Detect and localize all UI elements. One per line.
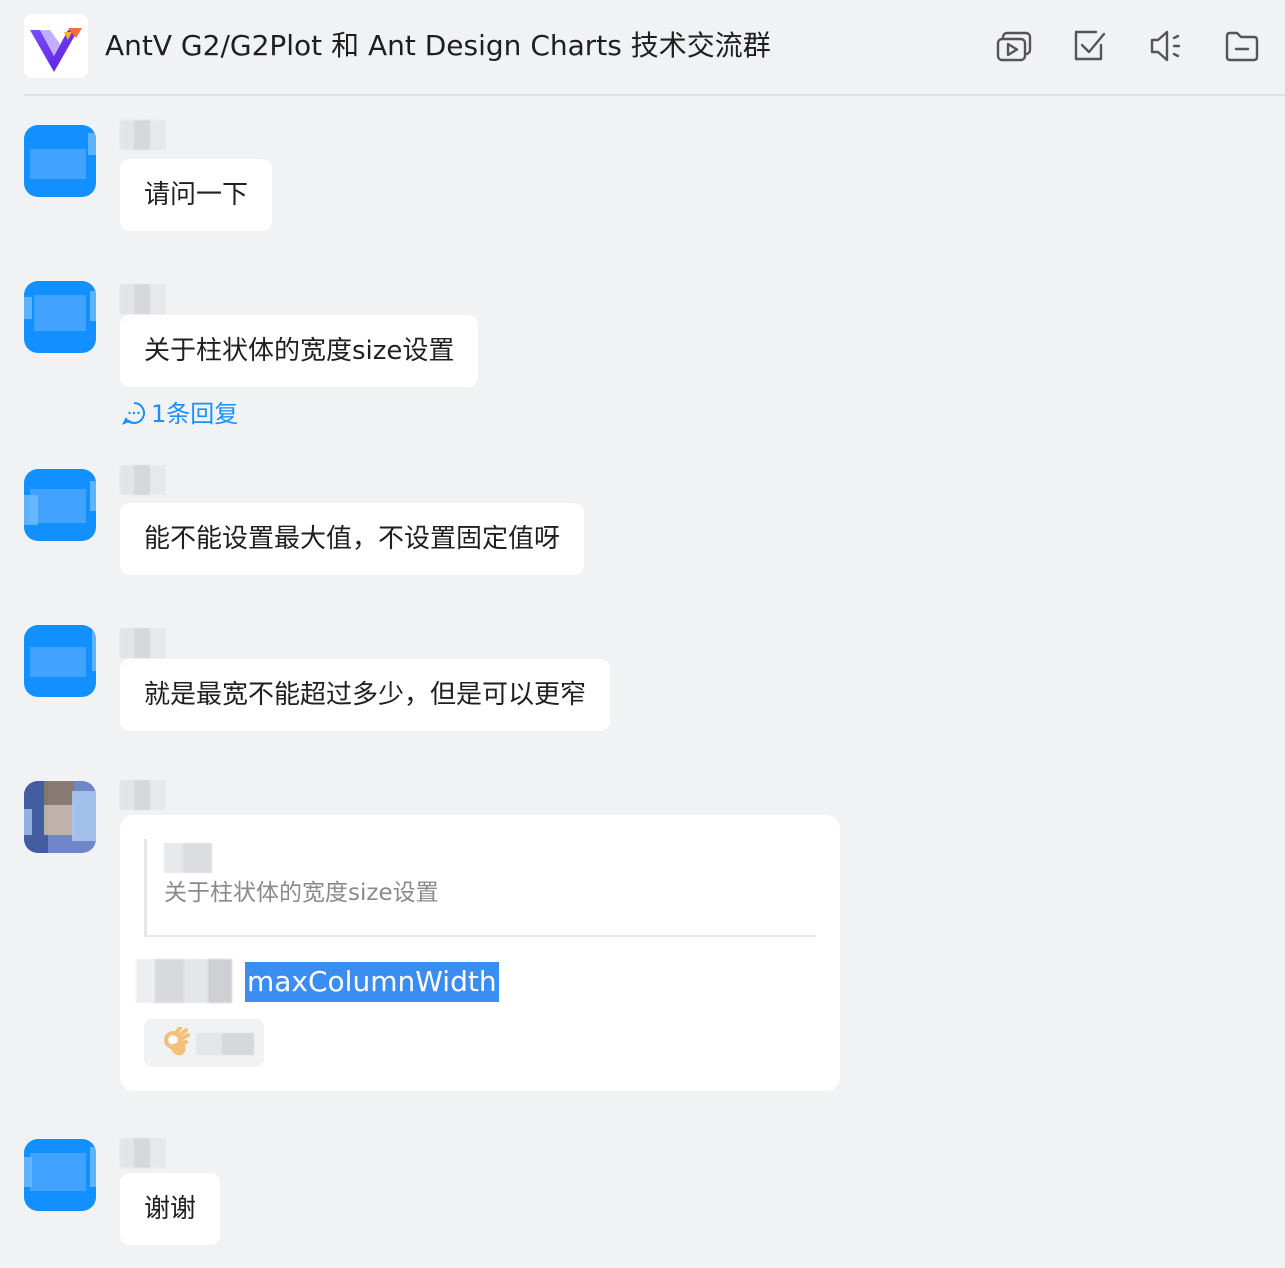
avatar[interactable]: [24, 625, 96, 697]
video-icon[interactable]: [994, 28, 1034, 64]
quote-divider: [144, 935, 816, 937]
quoted-sender-blurred: [164, 843, 212, 873]
ok-hand-emoji-icon: [164, 1027, 190, 1056]
checkbox-icon[interactable]: [1070, 28, 1110, 64]
message-bubble: 请问一下: [120, 159, 273, 231]
message-bubble: 就是最宽不能超过多少，但是可以更窄: [120, 659, 611, 731]
avatar[interactable]: [24, 281, 96, 353]
reaction-chip[interactable]: [144, 1019, 264, 1067]
header-divider: [24, 94, 1285, 96]
antv-logo-icon: [30, 28, 82, 72]
avatar[interactable]: [24, 781, 96, 853]
sender-name-blurred: [120, 1138, 166, 1168]
sender-name-blurred: [120, 465, 166, 495]
speaker-icon[interactable]: [1146, 28, 1186, 64]
comment-icon: [121, 402, 145, 425]
reply-message-bubble: 关于柱状体的宽度size设置 maxColumnWidth: [120, 815, 840, 1091]
reply-thread-link[interactable]: 1条回复: [121, 398, 238, 430]
sender-name-blurred: [120, 284, 166, 314]
message-bubble: 谢谢: [120, 1173, 221, 1245]
sender-name-blurred: [120, 628, 166, 658]
sender-name-blurred: [120, 120, 166, 150]
message-bubble: 关于柱状体的宽度size设置: [120, 315, 479, 387]
message-bubble: 能不能设置最大值，不设置固定值呀: [120, 503, 585, 575]
avatar[interactable]: [24, 1139, 96, 1211]
quoted-message[interactable]: 关于柱状体的宽度size设置: [164, 877, 439, 909]
folder-icon[interactable]: [1222, 28, 1262, 64]
sender-name-blurred: [120, 780, 166, 810]
reply-count-label: 1条回复: [151, 400, 239, 428]
group-logo[interactable]: [24, 14, 88, 78]
group-title: AntV G2/G2Plot 和 Ant Design Charts 技术交流群: [105, 29, 771, 62]
avatar[interactable]: [24, 125, 96, 197]
avatar[interactable]: [24, 469, 96, 541]
chat-header: AntV G2/G2Plot 和 Ant Design Charts 技术交流群: [0, 0, 1285, 94]
quote-bar: [144, 839, 147, 935]
reactor-name-blurred: [196, 1033, 254, 1055]
selected-text[interactable]: maxColumnWidth: [245, 962, 499, 1002]
mention-blurred[interactable]: [136, 959, 232, 1003]
